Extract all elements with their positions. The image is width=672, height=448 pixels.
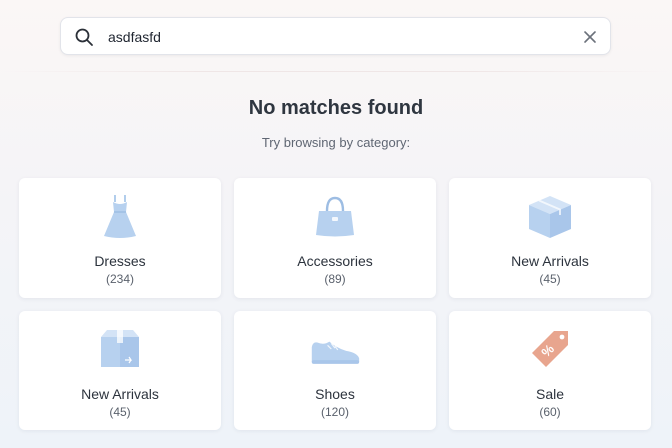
category-label: Dresses bbox=[94, 253, 146, 269]
category-label: Accessories bbox=[297, 253, 373, 269]
category-count: (45) bbox=[539, 272, 561, 286]
divider bbox=[0, 71, 672, 72]
sale-tag-icon: % bbox=[524, 323, 576, 375]
category-card-new-arrivals-2[interactable]: New Arrivals (45) bbox=[19, 311, 221, 430]
category-card-accessories[interactable]: Accessories (89) bbox=[234, 178, 436, 298]
category-card-sale[interactable]: % Sale (60) bbox=[449, 311, 651, 430]
empty-state-title: No matches found bbox=[248, 97, 424, 119]
category-label: Shoes bbox=[315, 386, 355, 402]
category-count: (234) bbox=[105, 272, 134, 286]
category-card-dresses[interactable]: Dresses (234) bbox=[19, 178, 221, 298]
box-icon bbox=[524, 190, 576, 242]
search-bar[interactable] bbox=[60, 17, 611, 55]
category-card-shoes[interactable]: Shoes (120) bbox=[234, 311, 436, 430]
shoe-icon bbox=[309, 323, 361, 375]
category-grid: Dresses (234) Accessories (89) New Arriv… bbox=[19, 178, 651, 430]
package-icon bbox=[94, 323, 146, 375]
category-label: New Arrivals bbox=[511, 253, 589, 269]
category-count: (60) bbox=[539, 405, 561, 419]
category-count: (45) bbox=[109, 405, 131, 419]
category-count: (120) bbox=[320, 405, 349, 419]
category-label: New Arrivals bbox=[81, 386, 159, 402]
close-icon bbox=[584, 31, 596, 43]
search-input[interactable] bbox=[108, 25, 548, 49]
search-icon bbox=[74, 27, 94, 47]
category-card-new-arrivals-1[interactable]: New Arrivals (45) bbox=[449, 178, 651, 298]
empty-state-subtitle: Try browsing by category: bbox=[261, 135, 411, 150]
dress-icon bbox=[94, 190, 146, 242]
category-label: Sale bbox=[535, 386, 565, 402]
clear-search-button[interactable] bbox=[580, 27, 600, 47]
handbag-icon bbox=[309, 190, 361, 242]
category-count: (89) bbox=[324, 272, 346, 286]
